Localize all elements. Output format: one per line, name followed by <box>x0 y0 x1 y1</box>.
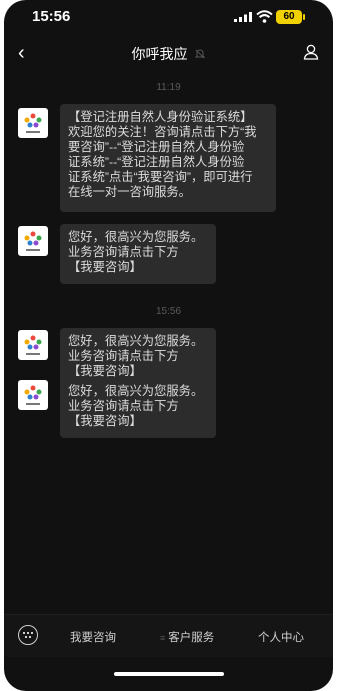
chat-header: ‹ 你呼我应 <box>4 38 333 68</box>
message-line: 业务咨询请点击下方 <box>68 349 179 363</box>
phone-screen: 15:56 60 ‹ 你呼我应 11:19 【登记注册自然人身份验证系统】 欢迎… <box>4 0 333 691</box>
logo-icon <box>24 385 42 405</box>
submenu-icon: ≡ <box>160 633 166 643</box>
logo-icon <box>24 113 42 133</box>
message-line: 业务咨询请点击下方 <box>68 399 179 413</box>
battery-tip <box>303 14 305 20</box>
chat-title-text: 你呼我应 <box>131 46 188 62</box>
message-line: 【我要咨询】 <box>68 364 142 378</box>
message-line: 【我要咨询】 <box>68 414 142 428</box>
menu-item-personal-center[interactable]: 个人中心 <box>258 629 304 645</box>
wifi-icon <box>256 10 273 23</box>
keyboard-toggle-icon[interactable] <box>18 625 38 645</box>
menu-item-consult[interactable]: 我要咨询 <box>70 629 116 645</box>
timestamp: 15:56 <box>155 306 182 317</box>
message-line: 证系统”点击“我要咨询”，即可进行 <box>68 170 253 184</box>
status-time: 15:56 <box>32 8 71 25</box>
chat-title: 你呼我应 <box>4 44 333 64</box>
message-line: 要咨询”--“登记注册自然人身份验 <box>68 140 245 154</box>
battery-icon: 60 <box>276 10 302 24</box>
official-account-avatar[interactable] <box>18 226 48 256</box>
message-line: 在线一对一咨询服务。 <box>68 185 191 199</box>
signal-icon <box>234 12 252 22</box>
status-bar: 15:56 60 <box>4 0 333 34</box>
timestamp: 11:19 <box>156 82 181 93</box>
official-account-avatar[interactable] <box>18 380 48 410</box>
logo-icon <box>24 231 42 251</box>
profile-icon[interactable] <box>303 44 319 60</box>
menu-item-label: 客户服务 <box>168 632 215 644</box>
message-line: 欢迎您的关注！咨询请点击下方“我 <box>68 125 257 139</box>
message-line: 【登记注册自然人身份验证系统】 <box>68 110 253 124</box>
logo-icon <box>24 335 42 355</box>
message-bubble: 您好，很高兴为您服务。 业务咨询请点击下方 【我要咨询】 <box>60 378 216 438</box>
message-line: 业务咨询请点击下方 <box>68 245 179 259</box>
message-line: 您好，很高兴为您服务。 <box>68 384 204 398</box>
official-account-avatar[interactable] <box>18 108 48 138</box>
home-indicator[interactable] <box>114 672 224 676</box>
menu-item-customer-service[interactable]: ≡ 客户服务 <box>160 629 214 645</box>
message-line: 您好，很高兴为您服务。 <box>68 230 204 244</box>
message-line: 证系统”--“登记注册自然人身份验 <box>68 155 245 169</box>
message-line: 您好，很高兴为您服务。 <box>68 334 204 348</box>
mute-icon <box>195 49 206 62</box>
message-line: 【我要咨询】 <box>68 260 142 274</box>
message-bubble: 您好，很高兴为您服务。 业务咨询请点击下方 【我要咨询】 <box>60 224 216 284</box>
bottom-menu-bar: 我要咨询 ≡ 客户服务 个人中心 <box>4 614 333 657</box>
official-account-avatar[interactable] <box>18 330 48 360</box>
message-bubble: 【登记注册自然人身份验证系统】 欢迎您的关注！咨询请点击下方“我 要咨询”--“… <box>60 104 276 212</box>
